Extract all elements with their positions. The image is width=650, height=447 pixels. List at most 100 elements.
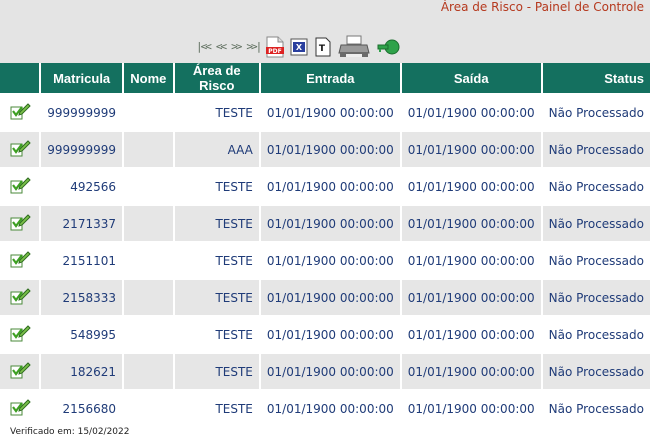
header-area[interactable]: Área de Risco <box>174 63 259 93</box>
verified-date: Verificado em: 15/02/2022 <box>10 427 130 437</box>
status-cell: Não Processado <box>542 130 650 167</box>
edit-icon[interactable] <box>9 286 31 309</box>
edit-cell <box>0 204 40 241</box>
nome-cell <box>124 130 173 167</box>
nome-cell <box>124 204 173 241</box>
header-entrada[interactable]: Entrada <box>260 63 400 93</box>
header-matricula[interactable]: Matricula <box>41 63 122 93</box>
edit-cell <box>0 93 40 130</box>
saida-cell: 01/01/1900 00:00:00 <box>401 315 541 352</box>
nome-cell <box>124 93 173 130</box>
entrada-cell: 01/01/1900 00:00:00 <box>260 93 400 130</box>
nome-cell <box>124 167 173 204</box>
nome-cell <box>124 241 173 278</box>
edit-cell <box>0 389 40 426</box>
entrada-cell: 01/01/1900 00:00:00 <box>260 204 400 241</box>
edit-cell <box>0 241 40 278</box>
saida-cell: 01/01/1900 00:00:00 <box>401 130 541 167</box>
status-cell: Não Processado <box>542 241 650 278</box>
excel-icon: X <box>290 38 308 56</box>
area-cell: TESTE <box>174 93 259 130</box>
green-key-icon <box>377 39 400 55</box>
refresh-button[interactable] <box>376 37 400 57</box>
edit-icon[interactable] <box>9 138 31 161</box>
header-edit <box>0 63 40 93</box>
nome-cell <box>124 315 173 352</box>
edit-icon[interactable] <box>9 249 31 272</box>
table-row: 2171337 TESTE 01/01/1900 00:00:00 01/01/190… <box>0 204 650 241</box>
matricula-cell: 2158333 <box>41 278 122 315</box>
table-row: 2158333 TESTE 01/01/1900 00:00:00 01/01/190… <box>0 278 650 315</box>
table-row: 999999999 TESTE 01/01/1900 00:00:00 01/01/1… <box>0 93 650 130</box>
header-nome[interactable]: Nome <box>124 63 173 93</box>
edit-icon[interactable] <box>9 101 31 124</box>
edit-icon[interactable] <box>9 323 31 346</box>
area-cell: TESTE <box>174 352 259 389</box>
matricula-cell: 2151101 <box>41 241 122 278</box>
export-excel-button[interactable]: X <box>290 38 308 56</box>
previous-page-button[interactable]: << <box>216 40 227 54</box>
edit-icon[interactable] <box>9 212 31 235</box>
table-header-row: Matricula Nome Área de Risco Entrada Saí… <box>0 63 650 93</box>
page-title: Área de Risco - Painel de Controle <box>440 0 644 14</box>
entrada-cell: 01/01/1900 00:00:00 <box>260 315 400 352</box>
edit-icon[interactable] <box>9 175 31 198</box>
status-cell: Não Processado <box>542 204 650 241</box>
area-cell: TESTE <box>174 167 259 204</box>
area-cell: TESTE <box>174 278 259 315</box>
status-cell: Não Processado <box>542 93 650 130</box>
table-row: 999999999 AAA 01/01/1900 00:00:00 01/01/190… <box>0 130 650 167</box>
saida-cell: 01/01/1900 00:00:00 <box>401 167 541 204</box>
print-button[interactable] <box>338 35 370 59</box>
area-cell: TESTE <box>174 389 259 426</box>
edit-cell <box>0 130 40 167</box>
matricula-cell: 999999999 <box>41 130 122 167</box>
matricula-cell: 492566 <box>41 167 122 204</box>
status-cell: Não Processado <box>542 278 650 315</box>
svg-text:T: T <box>319 44 326 54</box>
edit-icon[interactable] <box>9 360 31 383</box>
table-row: 2156680 TESTE 01/01/1900 00:00:00 01/01/190… <box>0 389 650 426</box>
first-page-button[interactable]: |<< <box>196 40 212 54</box>
header-status[interactable]: Status <box>542 63 650 93</box>
matricula-cell: 548995 <box>41 315 122 352</box>
matricula-cell: 2171337 <box>41 204 122 241</box>
edit-cell <box>0 278 40 315</box>
table-row: 548995 TESTE 01/01/1900 00:00:00 01/01/1900… <box>0 315 650 352</box>
table-row: 182621 TESTE 01/01/1900 00:00:00 01/01/1900… <box>0 352 650 389</box>
entrada-cell: 01/01/1900 00:00:00 <box>260 167 400 204</box>
table-row: 2151101 TESTE 01/01/1900 00:00:00 01/01/190… <box>0 241 650 278</box>
area-cell: TESTE <box>174 204 259 241</box>
nome-cell <box>124 278 173 315</box>
matricula-cell: 999999999 <box>41 93 122 130</box>
status-cell: Não Processado <box>542 315 650 352</box>
saida-cell: 01/01/1900 00:00:00 <box>401 352 541 389</box>
edit-cell <box>0 315 40 352</box>
status-cell: Não Processado <box>542 167 650 204</box>
header-saida[interactable]: Saída <box>401 63 541 93</box>
edit-icon[interactable] <box>9 397 31 420</box>
saida-cell: 01/01/1900 00:00:00 <box>401 389 541 426</box>
last-page-button[interactable]: >>| <box>246 40 262 54</box>
export-pdf-button[interactable]: PDF <box>266 36 285 58</box>
entrada-cell: 01/01/1900 00:00:00 <box>260 130 400 167</box>
export-text-button[interactable]: T <box>314 37 332 57</box>
next-page-button[interactable]: >> <box>231 40 242 54</box>
saida-cell: 01/01/1900 00:00:00 <box>401 241 541 278</box>
status-cell: Não Processado <box>542 352 650 389</box>
printer-icon <box>338 35 370 57</box>
matricula-cell: 182621 <box>41 352 122 389</box>
entrada-cell: 01/01/1900 00:00:00 <box>260 352 400 389</box>
pdf-icon: PDF <box>266 36 285 58</box>
edit-cell <box>0 352 40 389</box>
svg-text:X: X <box>296 43 303 52</box>
entrada-cell: 01/01/1900 00:00:00 <box>260 389 400 426</box>
saida-cell: 01/01/1900 00:00:00 <box>401 204 541 241</box>
area-cell: TESTE <box>174 241 259 278</box>
toolbar: |<< << >> >>| PDF X T <box>196 34 406 60</box>
data-table: Matricula Nome Área de Risco Entrada Saí… <box>0 63 650 426</box>
saida-cell: 01/01/1900 00:00:00 <box>401 278 541 315</box>
nome-cell <box>124 389 173 426</box>
nome-cell <box>124 352 173 389</box>
table-row: 492566 TESTE 01/01/1900 00:00:00 01/01/1900… <box>0 167 650 204</box>
